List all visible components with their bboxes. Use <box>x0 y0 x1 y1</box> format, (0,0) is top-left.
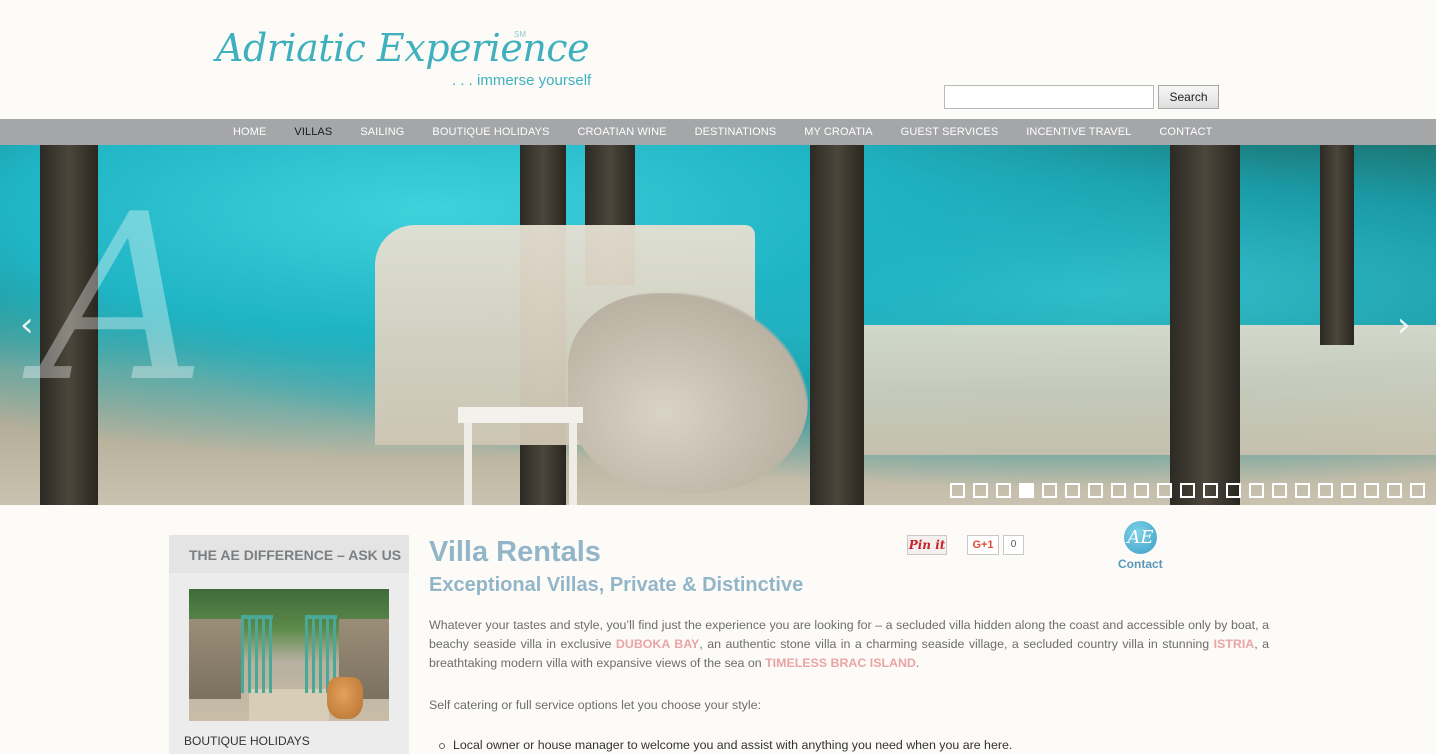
hero-photo-tree <box>1170 145 1240 505</box>
chevron-right-icon[interactable]: › <box>1397 305 1411 345</box>
slider-dot[interactable] <box>1088 483 1103 498</box>
slider-dot[interactable] <box>950 483 965 498</box>
slider-dot[interactable] <box>1226 483 1241 498</box>
contact-link[interactable]: Contact <box>1118 557 1163 571</box>
slider-dot[interactable] <box>1341 483 1356 498</box>
slider-dot[interactable] <box>1134 483 1149 498</box>
slider-dot[interactable] <box>1111 483 1126 498</box>
intro-paragraph: Whatever your tastes and style, you’ll f… <box>429 618 1270 670</box>
search-input[interactable] <box>944 85 1154 109</box>
slider-dot[interactable] <box>1203 483 1218 498</box>
link-duboka-bay[interactable]: Duboka Bay <box>616 637 699 651</box>
nav-item-incentive-travel[interactable]: INCENTIVE TRAVEL <box>1012 119 1145 145</box>
main-nav: HOME VILLAS SAILING BOUTIQUE HOLIDAYS CROATI… <box>0 119 1436 145</box>
link-istria[interactable]: Istria <box>1214 637 1255 651</box>
nav-list: HOME VILLAS SAILING BOUTIQUE HOLIDAYS CROATI… <box>219 119 1226 145</box>
nav-item-boutique-holidays[interactable]: BOUTIQUE HOLIDAYS <box>418 119 563 145</box>
nav-item-home[interactable]: HOME <box>219 119 280 145</box>
nav-item-guest-services[interactable]: GUEST SERVICES <box>887 119 1013 145</box>
logo-wordmark: Adriatic Experience <box>216 26 590 70</box>
site-header: Adriatic Experience SM . . . immerse you… <box>0 0 1436 119</box>
nav-item-my-croatia[interactable]: MY CROATIA <box>790 119 886 145</box>
nav-item-contact[interactable]: CONTACT <box>1145 119 1226 145</box>
hero-photo-tree <box>1320 145 1354 345</box>
hero-watermark-logo: A <box>40 166 207 433</box>
sidebar-title[interactable]: THE AE DIFFERENCE – ASK US <box>169 535 409 573</box>
service-options-paragraph: Self catering or full service options le… <box>429 698 761 712</box>
slider-dot[interactable] <box>1249 483 1264 498</box>
slider-pagination <box>950 483 1425 498</box>
slider-dot[interactable] <box>1318 483 1333 498</box>
service-mark: SM <box>514 30 526 39</box>
slider-dot[interactable] <box>1272 483 1287 498</box>
slider-dot[interactable] <box>1410 483 1425 498</box>
nav-item-croatian-wine[interactable]: CROATIAN WINE <box>563 119 680 145</box>
hero-photo-table <box>458 407 583 505</box>
slider-dot[interactable] <box>1042 483 1057 498</box>
slider-dot[interactable] <box>1065 483 1080 498</box>
hero-slider[interactable]: A ‹ › <box>0 145 1436 505</box>
nav-item-villas[interactable]: VILLAS <box>280 119 346 145</box>
google-plus-count: 0 <box>1003 535 1024 555</box>
sidebar-image[interactable] <box>189 589 389 721</box>
hero-photo-tree <box>810 145 864 505</box>
slider-dot[interactable] <box>1364 483 1379 498</box>
nav-item-destinations[interactable]: DESTINATIONS <box>681 119 791 145</box>
pinterest-button[interactable]: Pin it <box>907 535 947 555</box>
logo-tagline: . . . immerse yourself <box>452 72 592 89</box>
sidebar: THE AE DIFFERENCE – ASK US BOUTIQUE HOLI… <box>169 535 409 754</box>
chevron-left-icon[interactable]: ‹ <box>20 305 34 345</box>
nav-item-sailing[interactable]: SAILING <box>346 119 418 145</box>
list-item: Local owner or house manager to welcome … <box>439 738 1269 752</box>
bullet-icon <box>439 742 445 749</box>
slider-dot[interactable] <box>973 483 988 498</box>
slider-dot[interactable] <box>1180 483 1195 498</box>
search-button[interactable]: Search <box>1158 85 1219 109</box>
slider-dot[interactable] <box>1295 483 1310 498</box>
slider-dot[interactable] <box>1157 483 1172 498</box>
sidebar-caption[interactable]: BOUTIQUE HOLIDAYS <box>184 734 310 748</box>
google-plus-button[interactable]: G+1 <box>967 535 999 555</box>
page-subtitle: Exceptional Villas, Private & Distinctiv… <box>429 574 804 596</box>
site-logo[interactable]: Adriatic Experience SM . . . immerse you… <box>216 22 606 94</box>
slider-dot[interactable] <box>1387 483 1402 498</box>
slider-dot[interactable] <box>1019 483 1034 498</box>
slider-dot[interactable] <box>996 483 1011 498</box>
link-brac-island[interactable]: Timeless Brac Island <box>765 656 916 670</box>
hero-photo-hammock <box>568 293 808 493</box>
contact-logo-icon[interactable]: AE <box>1124 521 1157 554</box>
